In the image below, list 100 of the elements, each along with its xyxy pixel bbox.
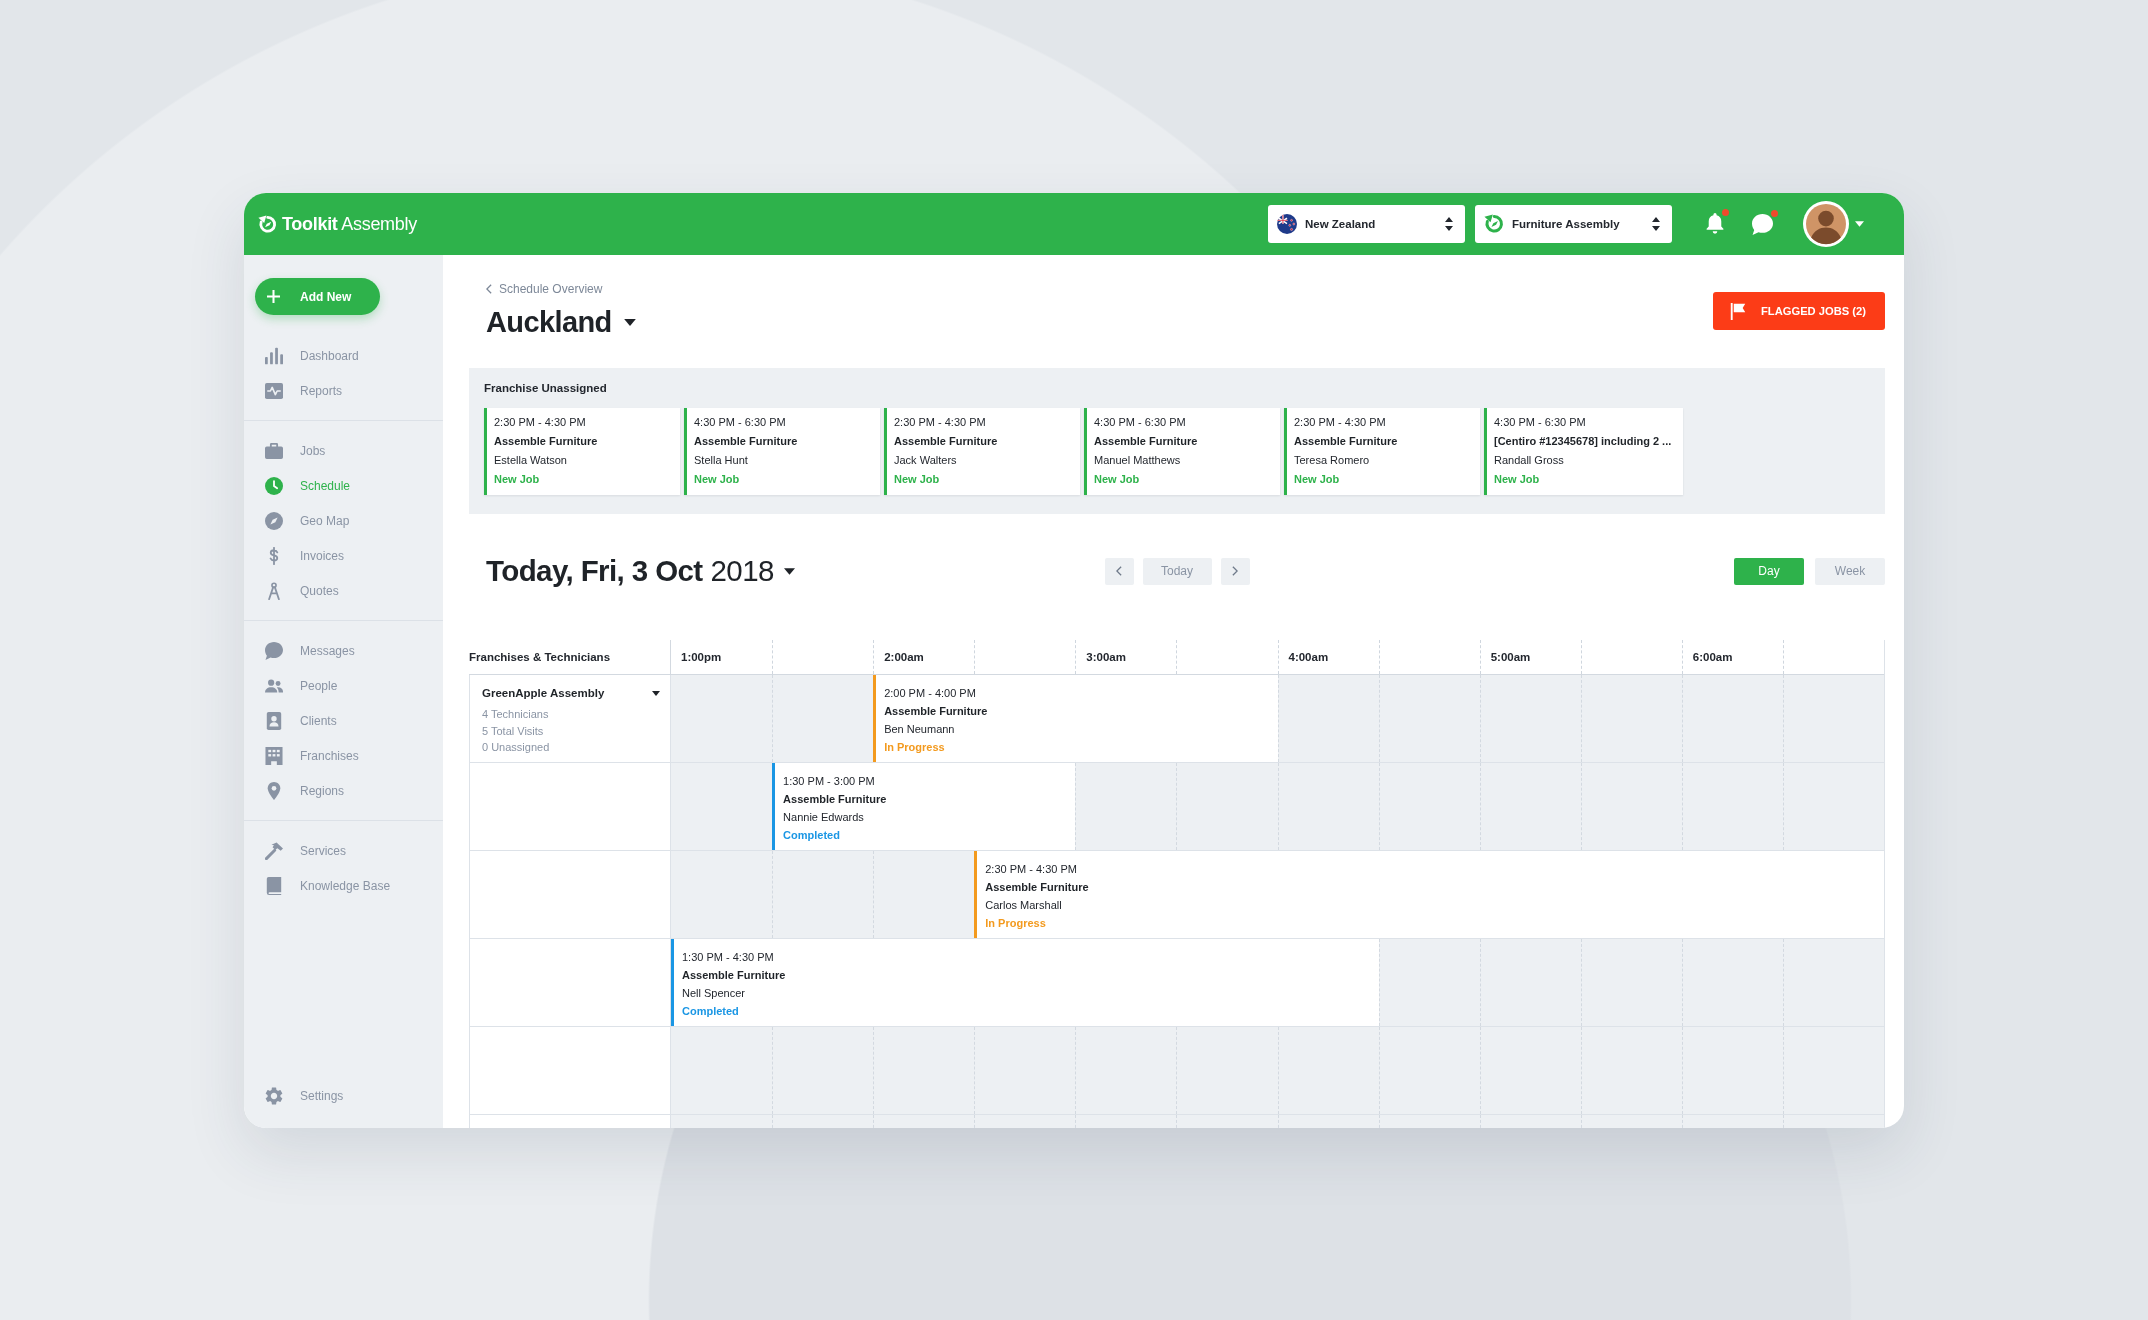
nav-item[interactable]: People [244, 668, 443, 703]
time-label: 2:00am [884, 651, 924, 663]
nav-item[interactable]: Services [244, 833, 443, 868]
job-card[interactable]: 4:30 PM - 6:30 PM Assemble Furniture Manuel Matthews New Job [1084, 408, 1280, 495]
nav-item[interactable]: Settings [244, 1078, 443, 1113]
job-time: 4:30 PM - 6:30 PM [1094, 415, 1186, 430]
time-label: 5:00am [1490, 651, 1531, 663]
job-status: New Job [1294, 472, 1340, 487]
job-time: 2:30 PM - 4:30 PM [894, 415, 986, 430]
nav-item[interactable]: Reports [244, 373, 443, 408]
sort-arrows-icon [1445, 217, 1453, 231]
time-label: 3:00am [1086, 651, 1126, 663]
visit-status: Completed [682, 1004, 739, 1019]
job-card[interactable]: 2:30 PM - 4:30 PM Assemble Furniture Jack Walters New Job [884, 408, 1080, 495]
job-client: Randall Gross [1494, 453, 1564, 468]
building-icon [265, 746, 283, 765]
job-service: [Centiro #12345678] including 2 ... [1494, 434, 1672, 449]
nav-item[interactable]: Schedule [244, 468, 443, 503]
job-service: Assemble Furniture [1094, 434, 1198, 449]
job-service: Assemble Furniture [1294, 434, 1398, 449]
app-logo-text: Toolkit Assembly [282, 213, 417, 235]
nav-item[interactable]: Geo Map [244, 503, 443, 538]
job-service: Assemble Furniture [694, 434, 798, 449]
nav-item[interactable]: Franchises [244, 738, 443, 773]
visit-service: Assemble Furniture [985, 880, 1089, 895]
chat-bubble-icon [265, 641, 283, 660]
nav-item[interactable]: Regions [244, 773, 443, 808]
caret-icon [1855, 221, 1864, 227]
job-time: 2:30 PM - 4:30 PM [1294, 415, 1386, 430]
view-tab[interactable]: Day [1734, 557, 1804, 585]
job-card[interactable]: 2:30 PM - 4:30 PM Assemble Furniture Estella Watson New Job [484, 408, 680, 495]
compass-icon [265, 511, 283, 530]
visit-card[interactable]: 1:30 PM - 4:30 PM Assemble Furniture Nell Spencer Completed [671, 939, 1379, 1026]
job-card[interactable]: 2:30 PM - 4:30 PM Assemble Furniture Teresa Romero New Job [1284, 408, 1480, 495]
time-label: 6:00am [1692, 651, 1733, 663]
chat-bubble-icon[interactable] [1752, 213, 1773, 235]
business-select[interactable]: Furniture Assembly [1475, 205, 1672, 243]
visit-card[interactable]: 1:30 PM - 3:00 PM Assemble Furniture Nannie Edwards Completed [772, 763, 1076, 850]
nav-item[interactable]: Knowledge Base [244, 868, 443, 903]
user-menu-button[interactable] [1803, 201, 1864, 247]
job-card[interactable]: 4:30 PM - 6:30 PM Assemble Furniture Stella Hunt New Job [684, 408, 880, 495]
visit-time: 2:00 PM - 4:00 PM [884, 686, 976, 701]
franchise-stat: 5 Total Visits [482, 723, 544, 739]
sort-arrows-icon [1652, 217, 1660, 231]
job-client: Teresa Romero [1294, 453, 1370, 468]
contact-card-icon [265, 711, 283, 730]
region-title-dropdown[interactable]: Auckland [486, 304, 636, 340]
bar-chart-icon [265, 346, 283, 365]
plus-icon [267, 290, 280, 303]
job-client: Jack Walters [894, 453, 957, 468]
breadcrumb-link[interactable]: Schedule Overview [486, 281, 603, 297]
flagged-jobs-button[interactable]: FLAGGED JOBS (2) [1713, 292, 1885, 330]
nav-item[interactable]: Clients [244, 703, 443, 738]
visit-card[interactable]: 2:30 PM - 4:30 PM Assemble Furniture Carlos Marshall In Progress [974, 851, 1884, 938]
visit-card[interactable]: 2:00 PM - 4:00 PM Assemble Furniture Ben Neumann In Progress [873, 675, 1278, 762]
map-pin-icon [265, 781, 283, 800]
job-time: 4:30 PM - 6:30 PM [694, 415, 786, 430]
notification-bell-icon[interactable] [1706, 213, 1724, 235]
briefcase-icon [265, 441, 283, 460]
nav-item[interactable]: Messages [244, 633, 443, 668]
panel-title: Franchise Unassigned [484, 381, 608, 396]
nav-item[interactable]: Invoices [244, 538, 443, 573]
visit-time: 1:30 PM - 3:00 PM [783, 774, 875, 789]
today-button[interactable]: Today [1142, 557, 1212, 585]
previous-day-button[interactable] [1104, 557, 1134, 585]
circular-arrow-icon [258, 214, 277, 234]
visit-technician: Nannie Edwards [783, 810, 864, 825]
avatar-icon [1803, 201, 1849, 247]
nav-item[interactable]: Dashboard [244, 338, 443, 373]
job-time: 4:30 PM - 6:30 PM [1494, 415, 1586, 430]
caret-icon [783, 567, 795, 575]
caret-icon [652, 690, 660, 696]
drafting-compass-icon [265, 581, 283, 600]
job-status: New Job [894, 472, 940, 487]
visit-service: Assemble Furniture [783, 792, 887, 807]
column-heading: Franchises & Technicians [469, 651, 611, 663]
caret-icon [623, 318, 636, 326]
flag-icon [1730, 302, 1746, 320]
job-service: Assemble Furniture [894, 434, 998, 449]
visit-technician: Nell Spencer [682, 986, 745, 1001]
job-time: 2:30 PM - 4:30 PM [494, 415, 586, 430]
next-day-button[interactable] [1220, 557, 1250, 585]
region-select[interactable]: New Zealand [1268, 205, 1465, 243]
view-tab[interactable]: Week [1815, 557, 1885, 585]
job-client: Estella Watson [494, 453, 567, 468]
add-new-button[interactable]: Add New [255, 278, 380, 315]
nav-item[interactable]: Quotes [244, 573, 443, 608]
circular-arrow-icon [1484, 214, 1504, 234]
chevron-left-icon [1116, 566, 1122, 576]
date-picker-dropdown[interactable]: Today, Fri, 3 Oct 2018 [486, 552, 795, 590]
job-client: Manuel Matthews [1094, 453, 1181, 468]
franchise-dropdown[interactable]: GreenApple Assembly [482, 684, 660, 702]
time-label: 4:00am [1288, 651, 1329, 663]
job-status: New Job [694, 472, 740, 487]
visit-time: 1:30 PM - 4:30 PM [682, 950, 774, 965]
job-status: New Job [494, 472, 540, 487]
job-card[interactable]: 4:30 PM - 6:30 PM [Centiro #12345678] including 2 ... Randall Gross New Job [1484, 408, 1684, 495]
nav-item[interactable]: Jobs [244, 433, 443, 468]
pulse-chart-icon [265, 381, 283, 400]
franchise-stat: 4 Technicians [482, 707, 549, 722]
